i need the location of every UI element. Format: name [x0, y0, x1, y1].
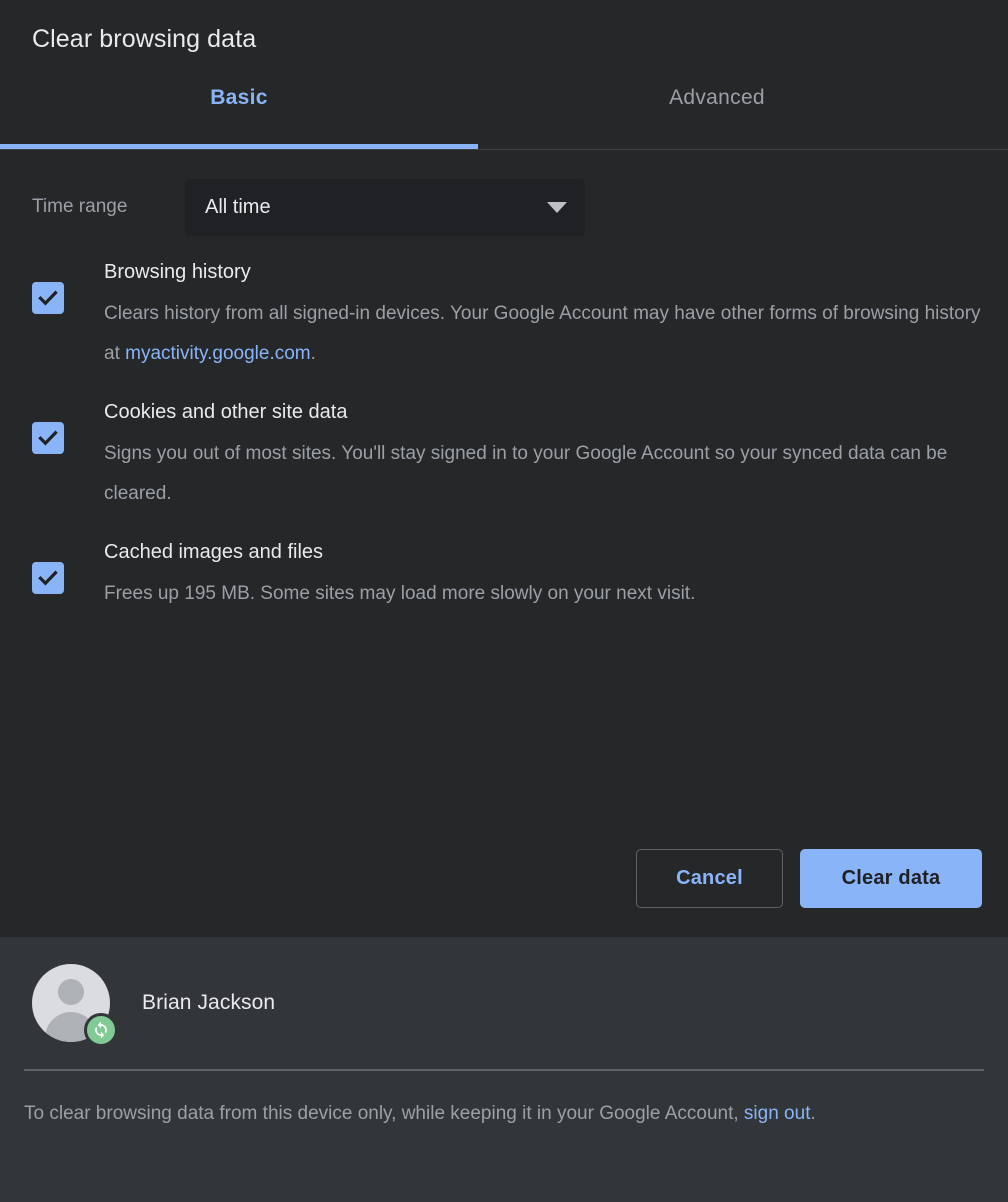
tab-advanced[interactable]: Advanced	[478, 56, 956, 149]
time-range-select[interactable]: All time	[185, 179, 585, 236]
option-description: Clears history from all signed-in device…	[104, 294, 982, 374]
cancel-button[interactable]: Cancel	[636, 849, 783, 908]
footer-note: To clear browsing data from this device …	[24, 1094, 954, 1134]
checkbox-cached-images[interactable]	[32, 562, 64, 594]
cancel-button-label: Cancel	[676, 867, 743, 890]
page-title: Clear browsing data	[32, 24, 976, 54]
option-browsing-history-text: Browsing history Clears history from all…	[104, 260, 982, 374]
option-cookies-text: Cookies and other site data Signs you ou…	[104, 400, 982, 514]
checkbox-cookies[interactable]	[32, 422, 64, 454]
option-cached-images-text: Cached images and files Frees up 195 MB.…	[104, 540, 982, 614]
tab-bar: Basic Advanced	[0, 56, 1008, 150]
footer-divider	[24, 1069, 984, 1071]
option-description-suffix: .	[311, 343, 316, 364]
footer-note-text: To clear browsing data from this device …	[24, 1103, 744, 1124]
sync-icon	[84, 1013, 118, 1047]
check-icon	[37, 567, 59, 589]
time-range-selected-value: All time	[205, 196, 547, 219]
checkbox-browsing-history[interactable]	[32, 282, 64, 314]
clear-data-button[interactable]: Clear data	[800, 849, 982, 908]
clear-data-button-label: Clear data	[842, 867, 941, 890]
myactivity-link[interactable]: myactivity.google.com	[125, 343, 311, 364]
time-range-row: Time range All time	[0, 150, 1008, 236]
time-range-label: Time range	[32, 196, 185, 218]
tab-basic-label: Basic	[210, 86, 268, 110]
dialog-button-row: Cancel Clear data	[636, 849, 982, 908]
avatar-wrapper	[32, 964, 110, 1042]
option-title: Browsing history	[104, 260, 982, 285]
dialog-title-bar: Clear browsing data	[0, 0, 1008, 56]
option-title: Cookies and other site data	[104, 400, 982, 425]
check-icon	[37, 287, 59, 309]
account-footer: Brian Jackson To clear browsing data fro…	[0, 937, 1008, 1202]
active-tab-indicator	[0, 144, 478, 149]
option-cached-images[interactable]: Cached images and files Frees up 195 MB.…	[0, 540, 1008, 614]
chevron-down-icon	[547, 202, 567, 213]
option-title: Cached images and files	[104, 540, 982, 565]
sign-out-link[interactable]: sign out	[744, 1103, 811, 1124]
tab-advanced-label: Advanced	[669, 86, 765, 110]
check-icon	[37, 427, 59, 449]
option-cookies[interactable]: Cookies and other site data Signs you ou…	[0, 400, 1008, 514]
option-description: Signs you out of most sites. You'll stay…	[104, 434, 982, 514]
account-name: Brian Jackson	[142, 991, 275, 1015]
footer-note-suffix: .	[810, 1103, 815, 1124]
option-description: Frees up 195 MB. Some sites may load mor…	[104, 574, 982, 614]
data-type-options: Browsing history Clears history from all…	[0, 236, 1008, 640]
account-row[interactable]: Brian Jackson	[0, 937, 1008, 1037]
avatar-head-icon	[58, 979, 84, 1005]
sync-arrows-icon	[91, 1020, 111, 1040]
option-browsing-history[interactable]: Browsing history Clears history from all…	[0, 260, 1008, 374]
clear-browsing-data-dialog: Clear browsing data Basic Advanced Time …	[0, 0, 1008, 1202]
tab-basic[interactable]: Basic	[0, 56, 478, 149]
